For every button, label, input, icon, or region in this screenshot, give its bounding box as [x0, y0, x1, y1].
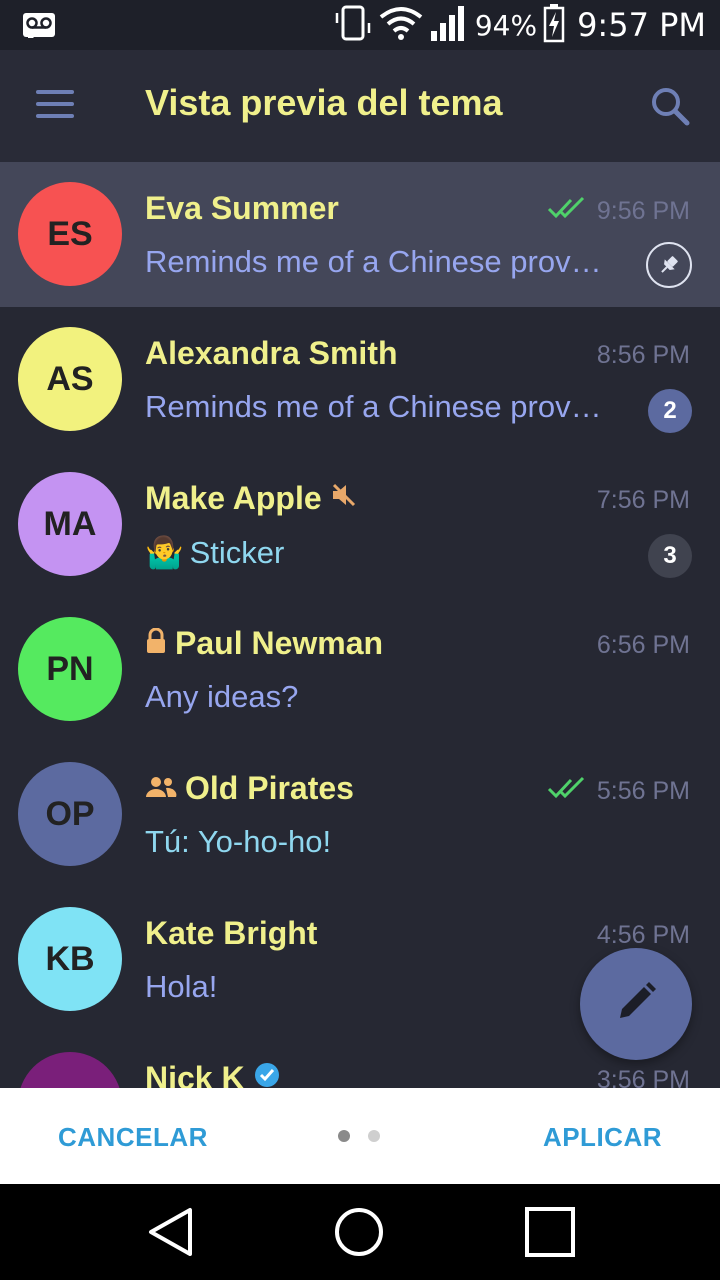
chat-row[interactable]: PN Paul Newman Any ideas? 6:56 PM: [0, 597, 720, 742]
theme-action-bar: CANCELAR APLICAR: [0, 1088, 720, 1184]
avatar: KB: [18, 907, 122, 1011]
chat-name: Nick K: [145, 1060, 281, 1088]
chat-name-text: Old Pirates: [185, 770, 354, 806]
status-time: 9:57 PM: [577, 6, 706, 44]
avatar-initials: KB: [45, 939, 95, 978]
chat-row[interactable]: OP Old Pirates Tú: Yo-ho-ho! 5:56 PM: [0, 742, 720, 887]
avatar-initials: OP: [45, 794, 95, 833]
chat-name-text: Alexandra Smith: [145, 335, 398, 371]
cancel-button[interactable]: CANCELAR: [58, 1122, 208, 1153]
muted-icon: [330, 480, 358, 517]
chat-time: 7:56 PM: [596, 486, 690, 514]
chat-name: Paul Newman: [145, 625, 383, 662]
chat-time: 9:56 PM: [596, 197, 690, 225]
compose-button[interactable]: [580, 948, 692, 1060]
chat-time-block: 6:56 PM: [597, 631, 690, 660]
wifi-icon: [379, 5, 423, 46]
navigation-bar: [0, 1184, 720, 1280]
chat-preview: Any ideas?: [145, 679, 299, 714]
status-bar: 94% 9:57 PM: [0, 0, 720, 50]
unread-badge: 2: [648, 389, 692, 433]
chat-name: Kate Bright: [145, 915, 317, 952]
page-indicator: [338, 1130, 380, 1142]
recents-icon[interactable]: [524, 1206, 576, 1263]
menu-icon[interactable]: [36, 90, 74, 122]
pin-icon: [646, 242, 692, 288]
chat-time: 4:56 PM: [596, 921, 690, 949]
theme-preview-screen: 94% 9:57 PM Vista previa del tema ES Eva…: [0, 0, 720, 1280]
battery-charging-icon: [543, 3, 565, 48]
avatar-initials: MA: [43, 504, 97, 543]
chat-time-block: 8:56 PM: [597, 341, 690, 370]
chat-time-block: 3:56 PM: [597, 1066, 690, 1088]
avatar: OP: [18, 762, 122, 866]
avatar: AS: [18, 327, 122, 431]
chat-name-text: Paul Newman: [175, 625, 384, 661]
chat-time: 5:56 PM: [596, 777, 690, 805]
group-icon: [145, 770, 177, 807]
back-icon[interactable]: [146, 1206, 196, 1263]
avatar: ES: [18, 182, 122, 286]
chat-time-block: 5:56 PM: [547, 776, 690, 807]
chat-time: 6:56 PM: [596, 631, 690, 659]
chat-name-text: Make Apple: [145, 480, 322, 516]
battery-percent: 94%: [474, 8, 538, 42]
page-dot: [368, 1130, 380, 1142]
chat-name-text: Eva Summer: [145, 190, 339, 226]
chat-time-block: 9:56 PM: [547, 196, 690, 227]
chat-preview: Reminds me of a Chinese prov…: [145, 244, 602, 279]
chat-preview: Tú: Yo-ho-ho!: [145, 824, 332, 859]
vibrate-icon: [333, 3, 373, 48]
chat-name: Eva Summer: [145, 190, 339, 227]
chat-preview-text: Sticker: [189, 534, 285, 570]
chat-list: ES Eva Summer Reminds me of a Chinese pr…: [0, 162, 720, 1088]
chat-name: Old Pirates: [145, 770, 354, 807]
chat-preview: Hola!: [145, 969, 218, 1004]
chat-name-text: Kate Bright: [145, 915, 318, 951]
chat-time-block: 7:56 PM: [597, 486, 690, 515]
chat-preview: Reminds me of a Chinese prov…: [145, 389, 602, 424]
chat-row[interactable]: AS Alexandra Smith Reminds me of a Chine…: [0, 307, 720, 452]
signal-icon: [429, 3, 469, 48]
avatar: PN: [18, 617, 122, 721]
chat-name-text: Nick K: [145, 1060, 245, 1088]
chat-preview: 🤷‍♂️ Sticker: [145, 534, 284, 571]
chat-row[interactable]: ES Eva Summer Reminds me of a Chinese pr…: [0, 162, 720, 307]
voicemail-icon: [22, 12, 56, 43]
apply-button[interactable]: APLICAR: [543, 1122, 662, 1153]
page-dot-active: [338, 1130, 350, 1142]
pencil-icon: [614, 980, 658, 1029]
lock-icon: [145, 625, 167, 662]
avatar-initials: ES: [47, 214, 93, 253]
avatar: NK: [18, 1052, 122, 1088]
avatar: MA: [18, 472, 122, 576]
page-title: Vista previa del tema: [145, 82, 503, 123]
sticker-emoji: 🤷‍♂️: [145, 535, 184, 570]
chat-time: 8:56 PM: [596, 341, 690, 369]
double-check-icon: [547, 196, 587, 227]
home-icon[interactable]: [333, 1206, 385, 1263]
chat-row[interactable]: MA Make Apple 🤷‍♂️ Sticker 7:56 PM 3: [0, 452, 720, 597]
avatar-initials: PN: [46, 649, 94, 688]
chat-name: Make Apple: [145, 480, 358, 517]
verified-icon: [253, 1060, 281, 1088]
avatar-initials: AS: [46, 359, 94, 398]
app-bar: Vista previa del tema: [0, 50, 720, 162]
double-check-icon: [547, 776, 587, 807]
chat-time: 3:56 PM: [596, 1066, 690, 1088]
chat-time-block: 4:56 PM: [597, 921, 690, 950]
unread-badge: 3: [648, 534, 692, 578]
search-icon[interactable]: [650, 86, 690, 131]
chat-name: Alexandra Smith: [145, 335, 398, 372]
